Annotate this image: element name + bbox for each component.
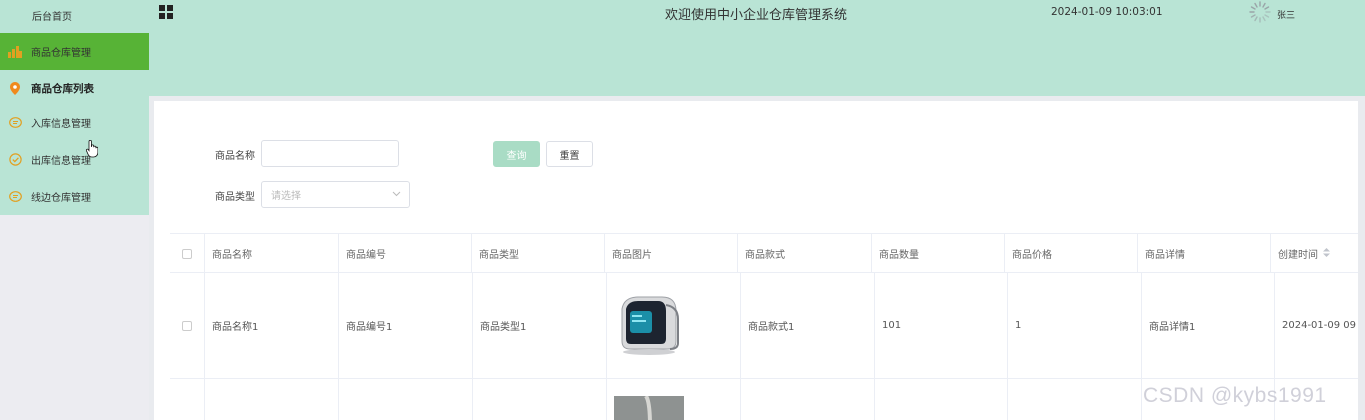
sidebar-item-label: 出库信息管理	[31, 156, 91, 167]
hand-cursor-icon	[85, 139, 99, 158]
watermark: CSDN @kybs1991	[1143, 384, 1327, 407]
column-header[interactable]: 商品详情	[1138, 234, 1271, 273]
sidebar-item-label: 商品仓库列表	[31, 83, 94, 95]
query-button[interactable]: 查询	[493, 141, 540, 167]
reset-button[interactable]: 重置	[546, 141, 593, 167]
top-header: 欢迎使用中小企业仓库管理系统 2024-01-09 10:03:01 张三	[149, 0, 1365, 96]
table-cell	[1008, 379, 1142, 420]
sidebar-item-goods-warehouse[interactable]: 商品仓库管理	[0, 33, 149, 70]
table-cell: 2024-01-09 09	[1282, 320, 1357, 331]
check-circle-icon	[8, 153, 22, 167]
column-header[interactable]: 商品名称	[205, 234, 339, 273]
sidebar-item-outbound[interactable]: 出库信息管理	[0, 141, 149, 178]
table-cell	[741, 379, 875, 420]
loading-spinner-icon[interactable]	[1247, 0, 1273, 24]
column-header[interactable]: 商品类型	[472, 234, 605, 273]
header-datetime: 2024-01-09 10:03:01	[1051, 6, 1163, 18]
chart-bar-icon	[8, 45, 22, 59]
column-header-created[interactable]: 创建时间	[1271, 234, 1358, 273]
goods-name-input[interactable]	[261, 140, 399, 167]
product-image-cell	[607, 273, 741, 378]
table-cell: 商品名称1	[205, 273, 339, 378]
checkbox[interactable]	[182, 248, 192, 259]
sidebar-item-label: 线边仓库管理	[31, 193, 91, 204]
column-header[interactable]: 商品编号	[339, 234, 472, 273]
product-image[interactable]	[614, 394, 684, 420]
table-cell	[339, 379, 473, 420]
table-row[interactable]: 商品名称1 商品编号1 商品类型1 商品款式1 101 1 商品详情1 2024…	[170, 273, 1358, 379]
checkbox[interactable]	[182, 320, 192, 331]
main-content: 商品名称 查询 重置 商品类型 请选择 商品名称 商品编号 商品类型 商品图片 …	[154, 101, 1358, 420]
chevron-down-icon	[392, 189, 401, 200]
sort-icon[interactable]	[1323, 247, 1330, 260]
table-header: 商品名称 商品编号 商品类型 商品图片 商品款式 商品数量 商品价格 商品详情 …	[170, 233, 1358, 273]
location-pin-icon	[8, 82, 22, 96]
table-cell: 101	[875, 273, 1008, 378]
menu-grid-icon[interactable]	[159, 5, 173, 19]
goods-type-label: 商品类型	[215, 192, 255, 203]
sidebar-item-line-warehouse[interactable]: 线边仓库管理	[0, 178, 149, 215]
column-header[interactable]: 商品款式	[738, 234, 872, 273]
sidebar-home-link[interactable]: 后台首页	[0, 0, 149, 33]
chat-bubble-icon	[8, 116, 22, 130]
row-checkbox-cell[interactable]	[170, 273, 205, 378]
chat-bubble-icon	[8, 190, 22, 204]
table-cell: 商品类型1	[473, 273, 607, 378]
sidebar-item-label: 商品仓库管理	[31, 48, 91, 59]
sidebar-item-label: 入库信息管理	[31, 119, 91, 130]
goods-type-placeholder: 请选择	[271, 191, 301, 202]
sidebar-item-inbound[interactable]: 入库信息管理	[0, 104, 149, 141]
table-cell: 1	[1008, 273, 1142, 378]
table-cell	[875, 379, 1008, 420]
column-header[interactable]: 商品数量	[872, 234, 1005, 273]
table-cell: 商品编号1	[339, 273, 473, 378]
goods-type-select[interactable]: 请选择	[261, 181, 410, 208]
column-header[interactable]: 商品价格	[1005, 234, 1138, 273]
sidebar-menu: 商品仓库管理 商品仓库列表 入库信息管理 出库信息管理 线边仓库管理	[0, 33, 149, 215]
table-cell	[205, 379, 339, 420]
user-name[interactable]: 张三	[1277, 8, 1295, 21]
page-title: 欢迎使用中小企业仓库管理系统	[665, 8, 848, 23]
product-image[interactable]	[614, 289, 684, 362]
table-cell	[473, 379, 607, 420]
goods-name-label: 商品名称	[215, 151, 255, 162]
table-cell: 商品详情1	[1142, 273, 1275, 378]
row-checkbox-cell[interactable]	[170, 379, 205, 420]
product-image-cell	[607, 379, 741, 420]
sidebar-item-goods-list[interactable]: 商品仓库列表	[0, 70, 149, 107]
table-cell: 商品款式1	[741, 273, 875, 378]
column-header[interactable]: 商品图片	[605, 234, 738, 273]
select-all-checkbox[interactable]	[170, 234, 205, 273]
column-header: 创建时间	[1278, 250, 1318, 261]
sidebar: 后台首页 商品仓库管理 商品仓库列表 入库信息管理 出库信息管理 线边仓库管理	[0, 0, 149, 420]
